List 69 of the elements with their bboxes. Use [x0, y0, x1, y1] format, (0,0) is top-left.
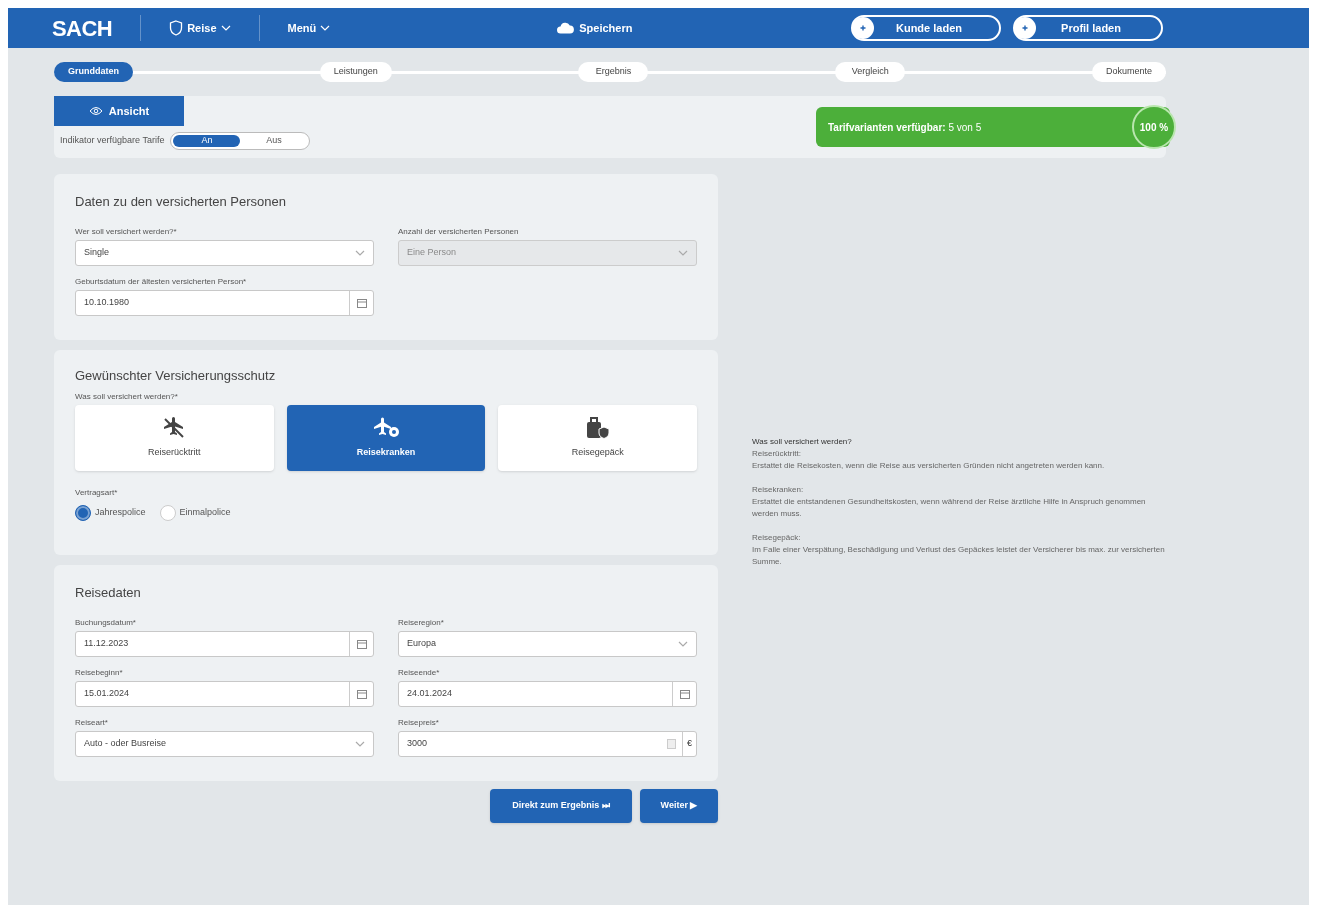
direct-result-button[interactable]: Direkt zum Ergebnis ⏭: [490, 788, 632, 823]
next-button[interactable]: Weiter ▶: [640, 788, 718, 823]
logo: SACH: [52, 14, 113, 43]
field-label: Geburtsdatum der ältesten versicherten Person*: [75, 275, 248, 286]
date-field[interactable]: 11.12.2023: [75, 630, 374, 657]
radio-option[interactable]: Einmalpolice: [159, 505, 231, 521]
cloud-icon: [556, 22, 575, 34]
shield-icon: [169, 20, 184, 36]
select-field: Eine Person: [398, 239, 697, 266]
select-field[interactable]: Auto - oder Busreise: [75, 730, 374, 757]
chevron-down-icon: [320, 25, 331, 31]
calendar-icon[interactable]: [356, 638, 367, 649]
calendar-icon[interactable]: [356, 297, 367, 308]
info-text: Erstattet die entstandenen Gesundheitskosten, wenn während der Reise ärztliche Hilfe in Anspruch genommen werden muss.: [752, 496, 1147, 520]
chevron-down-icon: [220, 25, 231, 31]
date-field[interactable]: 15.01.2024: [75, 680, 374, 707]
amount-field[interactable]: 3000 €: [398, 730, 697, 757]
select-field[interactable]: Single: [75, 239, 374, 266]
view-tab[interactable]: Ansicht: [54, 96, 184, 126]
chevron-down-icon: [355, 740, 365, 747]
info-text: Was soll versichert werden?: [752, 436, 853, 448]
on-off-toggle[interactable]: An Aus: [170, 132, 311, 150]
field-label: Reiseart*: [75, 716, 109, 727]
field-label: Reiseende*: [398, 666, 441, 677]
info-text: Erstattet die Reisekosten, wenn die Reise aus versicherten Gründen nicht angetreten werden kann.: [752, 460, 1106, 472]
eye-icon: [88, 106, 103, 116]
date-field[interactable]: 24.01.2024: [398, 680, 697, 707]
field-label: Buchungsdatum*: [75, 616, 137, 627]
field-label: Anzahl der versicherten Personen: [398, 225, 520, 236]
load-button[interactable]: Kunde laden: [851, 15, 1001, 41]
step-tab[interactable]: Ergebnis: [578, 62, 649, 82]
chevron-down-icon: [355, 249, 365, 256]
save-button[interactable]: Speichern: [556, 19, 633, 37]
field-label: Vertragsart*: [75, 487, 119, 499]
plus-circle-icon: [851, 16, 875, 40]
field-label: Reisepreis*: [398, 716, 440, 727]
info-text: Reiserücktritt:: [752, 448, 802, 460]
date-field[interactable]: 10.10.1980: [75, 289, 374, 316]
select-field[interactable]: Europa: [398, 630, 697, 657]
calendar-icon[interactable]: [356, 688, 367, 699]
section-title: Gewünschter Versicherungsschutz: [75, 366, 277, 385]
load-button[interactable]: Profil laden: [1013, 15, 1163, 41]
availability-text: Tarifvarianten verfügbar: 5 von 5: [827, 120, 982, 135]
percent-badge: 100 %: [1132, 105, 1176, 149]
info-text: Im Falle einer Verspätung, Beschädigung und Verlust des Gepäckes leistet der Versicherer bis max. zur versicherten Summe.: [752, 544, 1166, 568]
field-label: Reiseregion*: [398, 616, 445, 627]
section-title: Daten zu den versicherten Personen: [75, 193, 287, 211]
step-tab[interactable]: Leistungen: [319, 62, 392, 82]
section-title: Reisedaten: [75, 584, 142, 602]
step-tab[interactable]: Vergleich: [835, 62, 906, 82]
coverage-option[interactable]: Reiserücktritt: [75, 405, 274, 471]
field-label: Was soll versichert werden?*: [75, 391, 179, 403]
step-tab[interactable]: Dokumente: [1091, 62, 1166, 82]
calendar-icon[interactable]: [679, 688, 690, 699]
nav-menu[interactable]: Menü: [259, 19, 359, 37]
nav-menu[interactable]: Reise: [141, 19, 259, 37]
field-label: Wer soll versichert werden?*: [75, 225, 178, 236]
field-label: Reisebeginn*: [75, 666, 124, 677]
plus-circle-icon: [1013, 16, 1037, 40]
indicator-label: Indikator verfügbare Tarife: [60, 134, 165, 148]
step-tab[interactable]: Grunddaten: [54, 62, 133, 82]
radio-option[interactable]: Jahrespolice: [75, 505, 146, 521]
info-text: Reisekranken:: [752, 484, 805, 496]
info-text: Reisegepäck:: [752, 532, 802, 544]
coverage-option[interactable]: Reisegepäck: [498, 405, 697, 471]
coverage-option[interactable]: Reisekranken: [286, 405, 486, 471]
luggage-shield-icon: [584, 416, 611, 441]
chevron-down-icon: [678, 249, 688, 256]
chevron-down-icon: [678, 640, 688, 647]
